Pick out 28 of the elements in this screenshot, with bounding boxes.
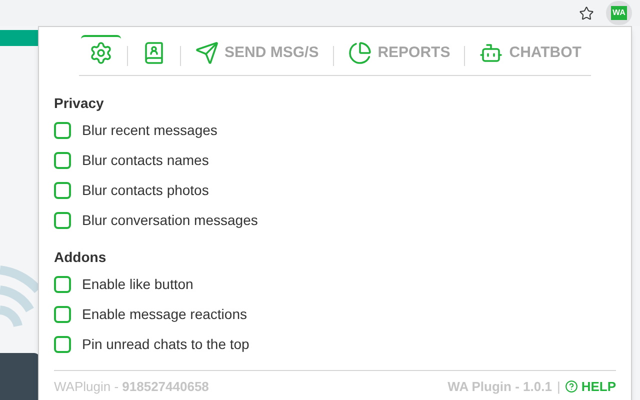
gear-icon [88,41,113,65]
checkbox-option[interactable]: Enable like button [54,269,616,299]
page-dark-panel [0,353,40,400]
checkbox[interactable] [54,276,71,292]
help-icon [565,380,578,393]
checkbox[interactable] [54,122,71,138]
page-header-bar [0,30,40,46]
checkbox-option[interactable]: Pin unread chats to the top [54,329,616,359]
account-number: WAPlugin - 918527440658 [54,378,209,396]
separator: | [556,378,560,396]
robot-icon [479,41,504,65]
version-text: WA Plugin - 1.0.1 [448,378,552,396]
checkbox[interactable] [54,212,71,228]
pie-chart-icon [348,41,372,65]
paper-plane-icon [194,41,219,65]
checkbox[interactable] [54,306,71,322]
checkbox-option[interactable]: Blur recent messages [54,115,616,145]
checkbox-option[interactable]: Blur conversation messages [54,205,616,235]
extension-badge: WA [610,6,628,20]
checkbox[interactable] [54,336,71,352]
checkbox[interactable] [54,182,71,198]
section-title: Privacy [54,95,105,111]
star-icon[interactable] [579,6,594,20]
checkbox-option[interactable]: Blur contacts names [54,145,616,175]
checkbox-option[interactable]: Enable message reactions [54,299,616,329]
checkbox[interactable] [54,152,71,168]
checkbox-option[interactable]: Blur contacts photos [54,175,616,205]
section-title: Addons [54,249,108,265]
